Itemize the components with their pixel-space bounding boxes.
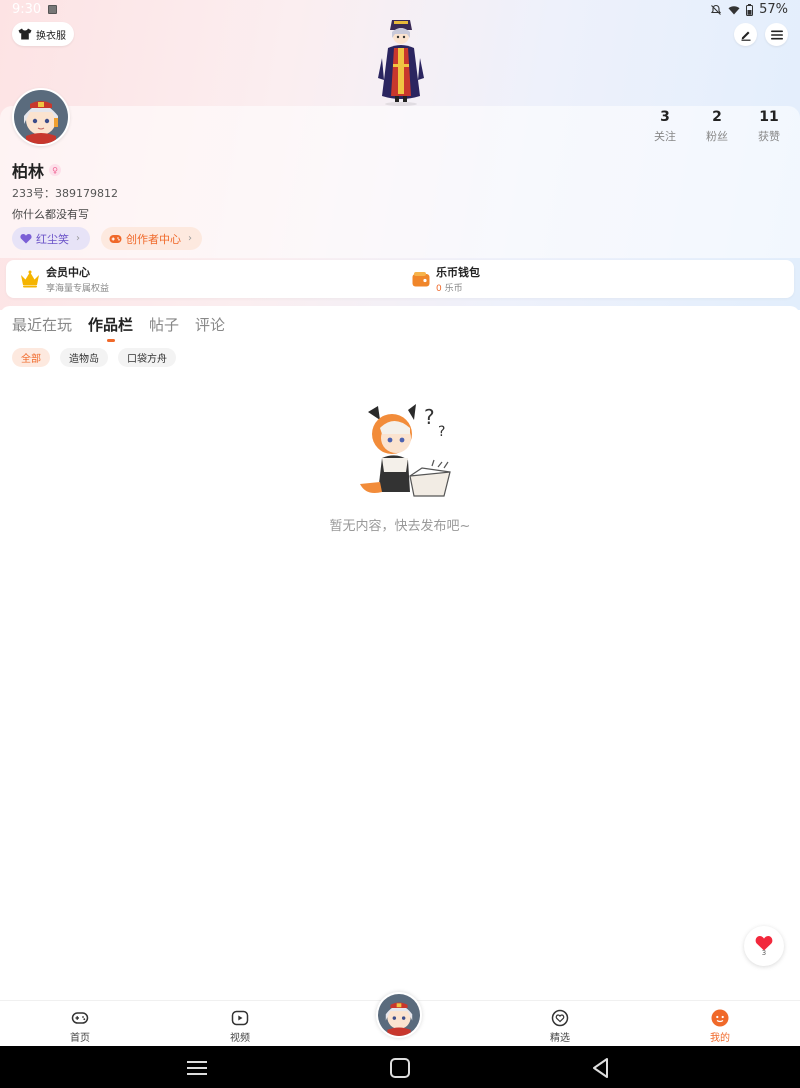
stat-followers[interactable]: 2 粉丝 xyxy=(702,109,732,144)
svg-text:?: ? xyxy=(424,405,435,429)
battery-icon xyxy=(746,3,754,16)
wallet-unit: 乐币 xyxy=(444,284,463,294)
stat-value: 3 xyxy=(660,109,670,125)
user-bio: 你什么都没有写 xyxy=(12,208,89,221)
empty-state-illustration: ? ? xyxy=(360,404,451,497)
gender-female-icon: ♀ xyxy=(49,164,62,176)
wallet-balance: 0 乐币 xyxy=(436,281,480,294)
change-outfit-label: 换衣服 xyxy=(36,30,66,42)
battery-level: 57% xyxy=(759,2,788,17)
video-icon xyxy=(231,1010,249,1026)
status-bar: 9:30 57% xyxy=(0,0,800,20)
stat-label: 关注 xyxy=(654,130,676,143)
edit-profile-button[interactable] xyxy=(734,23,757,46)
user-id: 233号：389179812 xyxy=(12,187,118,200)
gamepad-icon xyxy=(71,1012,89,1024)
tab-posts[interactable]: 帖子 xyxy=(149,314,179,340)
stat-value: 11 xyxy=(759,109,779,125)
stat-following[interactable]: 3 关注 xyxy=(650,109,680,144)
wallet-icon xyxy=(412,272,430,287)
nav-video[interactable]: 视频 xyxy=(210,1009,270,1044)
username: 柏林 ♀ xyxy=(12,158,62,182)
like-count: 3 xyxy=(761,949,767,957)
profile-tabs: 最近在玩 作品栏 帖子 评论 xyxy=(12,314,225,340)
nav-featured-label: 精选 xyxy=(550,1033,570,1044)
guild-tag[interactable]: 红尘笑 › xyxy=(12,227,90,250)
nav-me[interactable]: 我的 xyxy=(690,1009,750,1044)
nav-center-avatar[interactable] xyxy=(376,992,422,1038)
heart-badge-icon xyxy=(551,1009,569,1027)
edit-icon xyxy=(741,31,750,41)
menu-icon xyxy=(770,30,783,39)
menu-button[interactable] xyxy=(765,23,788,46)
stat-value: 2 xyxy=(712,109,722,125)
username-text: 柏林 xyxy=(12,162,45,181)
nav-me-label: 我的 xyxy=(710,1033,730,1044)
shirt-icon xyxy=(18,28,32,40)
avatar-portrait xyxy=(14,90,68,144)
svg-text:?: ? xyxy=(438,424,445,440)
change-outfit-button[interactable]: 换衣服 xyxy=(12,22,74,46)
status-time: 9:30 xyxy=(12,2,42,17)
filter-chip-all[interactable]: 全部 xyxy=(12,348,50,367)
tab-recently-played[interactable]: 最近在玩 xyxy=(12,314,72,340)
wifi-icon xyxy=(728,5,740,14)
creator-center-tag[interactable]: 创作者中心 › xyxy=(101,227,202,250)
nav-featured[interactable]: 精选 xyxy=(530,1009,590,1044)
creator-center-label: 创作者中心 xyxy=(126,232,181,246)
chevron-right-icon: › xyxy=(188,233,192,244)
image-notification-icon xyxy=(48,5,57,14)
crown-icon xyxy=(21,270,39,288)
chevron-right-icon: › xyxy=(76,233,80,244)
stat-label: 粉丝 xyxy=(706,130,728,143)
character-avatar-figure[interactable] xyxy=(374,18,428,106)
profile-face-icon xyxy=(711,1009,729,1027)
member-center-subtitle: 享海量专属权益 xyxy=(46,284,110,294)
floating-like-button[interactable]: 3 xyxy=(744,926,784,966)
system-navigation-bar xyxy=(0,1046,800,1088)
gamepad-icon xyxy=(109,234,122,243)
member-center-entry[interactable]: 会员中心 享海量专属权益 xyxy=(20,264,109,294)
nav-home-label: 首页 xyxy=(70,1033,90,1044)
home-icon[interactable] xyxy=(389,1057,411,1079)
status-indicators: 57% xyxy=(710,2,788,17)
nav-video-label: 视频 xyxy=(230,1033,250,1044)
profile-stats: 3 关注 2 粉丝 11 获赞 xyxy=(650,109,784,144)
member-wallet-bar: 会员中心 享海量专属权益 乐币钱包 0 乐币 xyxy=(6,260,794,298)
nav-home[interactable]: 首页 xyxy=(50,1009,110,1044)
stat-likes[interactable]: 11 获赞 xyxy=(754,109,784,144)
tab-works[interactable]: 作品栏 xyxy=(88,314,133,340)
stat-label: 获赞 xyxy=(758,130,780,143)
wallet-amount: 0 xyxy=(436,284,442,294)
empty-state-text: 暂无内容，快去发布吧~ xyxy=(329,519,471,534)
filter-chip-creation-island[interactable]: 造物岛 xyxy=(60,348,108,367)
recent-apps-icon[interactable] xyxy=(186,1057,208,1079)
works-filter-chips: 全部 造物岛 口袋方舟 xyxy=(12,348,176,367)
user-avatar[interactable] xyxy=(12,88,70,146)
wallet-title: 乐币钱包 xyxy=(436,266,480,279)
purple-heart-icon xyxy=(20,234,32,244)
guild-tag-label: 红尘笑 xyxy=(36,232,69,246)
member-center-title: 会员中心 xyxy=(46,266,90,279)
wallet-entry[interactable]: 乐币钱包 0 乐币 xyxy=(412,264,480,294)
filter-chip-pocket-ark[interactable]: 口袋方舟 xyxy=(118,348,176,367)
mute-icon xyxy=(711,4,722,15)
tab-comments[interactable]: 评论 xyxy=(195,314,225,340)
back-icon[interactable] xyxy=(590,1057,612,1079)
avatar-portrait xyxy=(378,994,420,1036)
